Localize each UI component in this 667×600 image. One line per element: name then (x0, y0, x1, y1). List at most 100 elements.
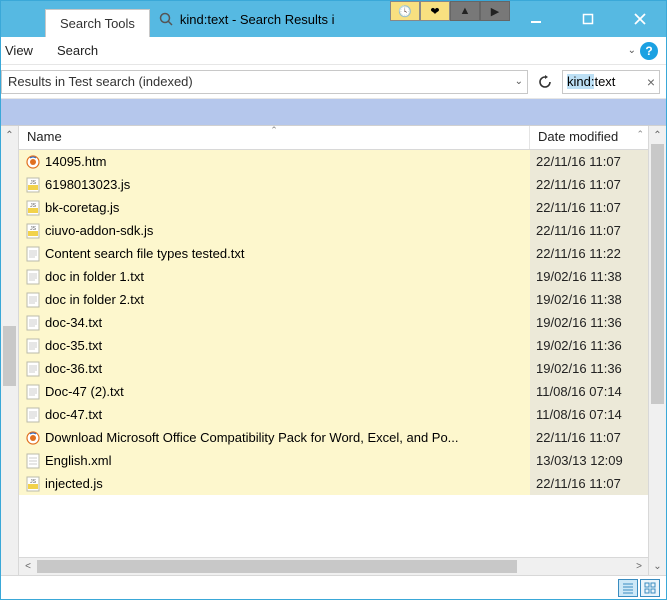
vscroll-down-icon[interactable]: ⌄ (649, 557, 666, 575)
file-name: 6198013023.js (45, 177, 130, 192)
file-name: Content search file types tested.txt (45, 246, 244, 261)
file-row[interactable]: Download Microsoft Office Compatibility … (19, 426, 648, 449)
hscroll-thumb[interactable] (37, 560, 517, 573)
explorer-window: Search Tools kind:text - Search Results … (0, 0, 667, 600)
menu-view[interactable]: View (1, 37, 45, 64)
file-icon (25, 453, 41, 469)
file-icon (25, 315, 41, 331)
sort-asc-icon: ⌃ (270, 126, 278, 136)
svg-text:JS: JS (30, 180, 37, 186)
minimize-button[interactable] (510, 1, 562, 37)
file-icon: JS (25, 200, 41, 216)
file-row[interactable]: Doc-47 (2).txt 11/08/16 07:14 (19, 380, 648, 403)
ribbon-toggle-icon[interactable]: ⌄ (628, 45, 636, 56)
file-icon (25, 430, 41, 446)
file-name: doc-36.txt (45, 361, 102, 376)
close-button[interactable] (614, 1, 666, 37)
column-name[interactable]: ⌃ Name (19, 126, 530, 149)
refresh-button[interactable] (534, 71, 556, 93)
file-row[interactable]: JS6198013023.js22/11/16 11:07 (19, 173, 648, 196)
search-kind-chip: kind: (567, 74, 594, 89)
file-date: 19/02/16 11:36 (530, 334, 648, 357)
help-icon[interactable]: ? (640, 42, 658, 60)
address-bar[interactable]: Results in Test search (indexed) ⌄ (1, 70, 528, 94)
file-date: 22/11/16 11:07 (530, 472, 648, 495)
address-bar-row: Results in Test search (indexed) ⌄ kind:… (1, 65, 666, 99)
qat-icon-3[interactable]: ▲ (450, 1, 480, 21)
vscroll-thumb[interactable] (651, 144, 664, 404)
file-icon (25, 361, 41, 377)
menubar: View Search ⌄ ? (1, 37, 666, 65)
column-date[interactable]: Date modified ⌃ (530, 126, 648, 149)
file-name: ciuvo-addon-sdk.js (45, 223, 153, 238)
file-row[interactable]: doc-36.txt19/02/16 11:36 (19, 357, 648, 380)
column-menu-icon: ⌃ (636, 129, 644, 140)
file-row[interactable]: JS injected.js 22/11/16 11:07 (19, 472, 648, 495)
file-row[interactable]: doc in folder 2.txt19/02/16 11:38 (19, 288, 648, 311)
file-icon (25, 384, 41, 400)
vertical-scrollbar[interactable]: ⌃ ⌄ (648, 126, 666, 575)
file-icon (25, 246, 41, 262)
search-field[interactable]: kind:text × (562, 70, 660, 94)
file-row[interactable]: doc-47.txt11/08/16 07:14 (19, 403, 648, 426)
search-icon (158, 11, 174, 27)
file-date: 13/03/13 12:09 (530, 449, 648, 472)
file-icon (25, 292, 41, 308)
file-name: doc-34.txt (45, 315, 102, 330)
view-thumbnails-button[interactable] (640, 579, 660, 597)
qat-icon-2[interactable]: ❤ (420, 1, 450, 21)
file-date: 22/11/16 11:07 (530, 150, 648, 173)
file-row[interactable]: JSbk-coretag.js22/11/16 11:07 (19, 196, 648, 219)
address-text: Results in Test search (indexed) (8, 74, 193, 89)
file-name: doc-35.txt (45, 338, 102, 353)
file-date: 22/11/16 11:07 (530, 219, 648, 242)
search-query: text (594, 74, 615, 89)
nav-pane-scroll[interactable]: ⌃ (1, 126, 19, 575)
file-row[interactable]: doc-35.txt 19/02/16 11:36 (19, 334, 648, 357)
selection-band (1, 99, 666, 125)
file-name: injected.js (45, 476, 103, 491)
address-dropdown-icon[interactable]: ⌄ (515, 76, 523, 87)
file-icon: JS (25, 476, 41, 492)
titlebar: Search Tools kind:text - Search Results … (1, 1, 666, 37)
hscroll-left-icon[interactable]: < (19, 558, 37, 575)
file-row[interactable]: English.xml 13/03/13 12:09 (19, 449, 648, 472)
file-date: 22/11/16 11:22 (530, 242, 648, 265)
file-row[interactable]: 14095.htm22/11/16 11:07 (19, 150, 648, 173)
file-icon: JS (25, 223, 41, 239)
file-row[interactable]: JS ciuvo-addon-sdk.js 22/11/16 11:07 (19, 219, 648, 242)
vscroll-up-icon[interactable]: ⌃ (649, 126, 666, 144)
file-date: 19/02/16 11:38 (530, 288, 648, 311)
column-name-label: Name (27, 129, 62, 144)
file-icon (25, 407, 41, 423)
ribbon-tab-search-tools[interactable]: Search Tools (45, 9, 150, 37)
column-headers: ⌃ Name Date modified ⌃ (19, 126, 648, 150)
file-icon (25, 154, 41, 170)
file-name: doc-47.txt (45, 407, 102, 422)
hscroll-right-icon[interactable]: > (630, 558, 648, 575)
file-date: 22/11/16 11:07 (530, 196, 648, 219)
file-list-area: ⌃ ⌃ Name Date modified ⌃ 14095.htm22/11/… (1, 125, 666, 575)
file-list-content: ⌃ Name Date modified ⌃ 14095.htm22/11/16… (19, 126, 648, 575)
maximize-button[interactable] (562, 1, 614, 37)
scroll-up-icon[interactable]: ⌃ (1, 126, 18, 144)
menu-search[interactable]: Search (45, 37, 110, 64)
scroll-thumb[interactable] (3, 326, 16, 386)
file-date: 19/02/16 11:36 (530, 311, 648, 334)
view-details-button[interactable] (618, 579, 638, 597)
file-row[interactable]: doc in folder 1.txt19/02/16 11:38 (19, 265, 648, 288)
svg-text:JS: JS (30, 479, 37, 485)
qat-icon-1[interactable]: 🕓 (390, 1, 420, 21)
clear-search-icon[interactable]: × (647, 74, 655, 90)
column-date-label: Date modified (538, 129, 618, 144)
file-row[interactable]: Content search file types tested.txt 22/1… (19, 242, 648, 265)
file-name: Doc-47 (2).txt (45, 384, 124, 399)
file-date: 11/08/16 07:14 (530, 380, 648, 403)
file-row[interactable]: doc-34.txt 19/02/16 11:36 (19, 311, 648, 334)
svg-text:JS: JS (30, 226, 37, 232)
file-name: English.xml (45, 453, 111, 468)
file-date: 22/11/16 11:07 (530, 426, 648, 449)
file-date: 19/02/16 11:38 (530, 265, 648, 288)
qat-icon-4[interactable]: ▶ (480, 1, 510, 21)
horizontal-scrollbar[interactable]: < > (19, 557, 648, 575)
